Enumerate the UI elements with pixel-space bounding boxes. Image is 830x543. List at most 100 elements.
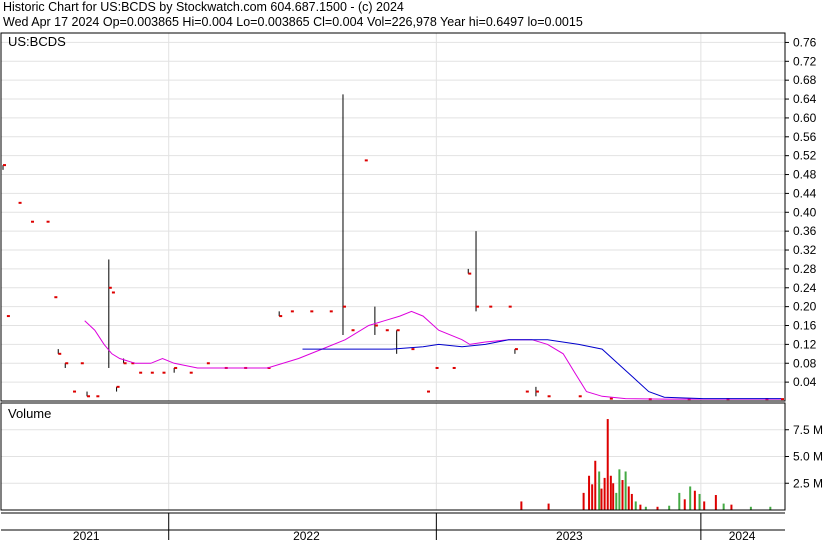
price-panel-frame (0, 32, 786, 402)
volume-bar (689, 486, 692, 510)
price-tick-label: 0.72 (793, 54, 817, 68)
price-bar-close (290, 310, 294, 313)
volume-bar (603, 477, 606, 510)
price-bar-close (508, 305, 512, 308)
price-panel-title: US:BCDS (8, 34, 66, 49)
price-bar-close (80, 362, 84, 365)
price-bar-close (364, 159, 368, 162)
price-bar-close (374, 324, 378, 327)
price-bar-close (329, 310, 333, 313)
volume-tick-label: 5.0 M (793, 450, 823, 464)
volume-bar (618, 469, 621, 510)
volume-bar (600, 488, 603, 510)
price-bar-close (18, 201, 22, 204)
price-bar-close (108, 286, 112, 289)
panel-frames (0, 32, 786, 531)
price-bar-close (427, 390, 431, 393)
price-tick-label: 0.12 (793, 337, 817, 351)
price-grid (1, 33, 785, 401)
price-tick-label: 0.76 (793, 35, 817, 49)
volume-bar (698, 493, 701, 510)
price-bars (2, 94, 784, 401)
price-bar-close (435, 366, 439, 369)
volume-tick-label: 7.5 M (793, 423, 823, 437)
volume-bar (722, 503, 725, 510)
price-bar-close (279, 315, 283, 318)
price-tick-label: 0.40 (793, 205, 817, 219)
price-bar-close (476, 305, 480, 308)
year-tick-label: 2023 (556, 529, 583, 543)
volume-bar (588, 475, 591, 510)
price-bar-close (489, 305, 493, 308)
price-bar-close (6, 315, 10, 318)
volume-tick-label: 2.5 M (793, 476, 823, 490)
volume-bar (612, 483, 615, 510)
stock-chart: 0.76 0.72 0.68 0.64 0.60 0.56 0.52 0.48 0.44 0.40… (0, 32, 823, 543)
year-tick-label: 2022 (293, 529, 320, 543)
price-bar-close (385, 329, 389, 332)
price-bar-close (96, 395, 100, 398)
price-bar-close (351, 329, 355, 332)
volume-bar (547, 503, 550, 510)
price-bar-close (31, 220, 35, 223)
price-tick-label: 0.32 (793, 243, 817, 257)
volume-bar (591, 484, 594, 510)
price-tick-label: 0.28 (793, 262, 817, 276)
volume-bars (520, 419, 772, 510)
price-bar-close (116, 385, 120, 388)
price-bar-close (73, 390, 77, 393)
price-bar-close (514, 348, 518, 351)
volume-bar (594, 460, 597, 510)
price-tick-label: 0.08 (793, 356, 817, 370)
year-tick-label: 2024 (729, 529, 756, 543)
volume-bar (615, 492, 618, 510)
price-tick-label: 0.16 (793, 319, 817, 333)
volume-bar (627, 486, 630, 510)
volume-bar (634, 501, 637, 510)
volume-bar (609, 475, 612, 510)
price-tick-label: 0.64 (793, 92, 817, 106)
price-bar-close (535, 390, 539, 393)
volume-bar (621, 480, 624, 510)
moving-average-line (302, 339, 781, 400)
price-tick-label: 0.20 (793, 300, 817, 314)
volume-bar (714, 495, 717, 510)
volume-bar (598, 471, 601, 510)
year-tick-label: 2021 (73, 529, 100, 543)
price-bar-close (411, 348, 415, 351)
price-tick-label: 0.56 (793, 130, 817, 144)
price-bar-close (206, 362, 210, 365)
price-bar-close (162, 371, 166, 374)
price-bar-close (3, 164, 6, 167)
price-bar-close (781, 398, 784, 401)
price-bar-close (111, 291, 115, 294)
volume-bar (630, 493, 633, 510)
price-tick-label: 0.44 (793, 186, 817, 200)
price-bar-close (139, 371, 143, 374)
volume-bar (683, 499, 686, 510)
volume-bar (520, 501, 523, 510)
volume-grid (1, 403, 785, 510)
price-bar-close (452, 366, 456, 369)
price-bar-close (525, 390, 529, 393)
price-bar-close (310, 310, 314, 313)
volume-bar (703, 501, 706, 510)
volume-bar (693, 490, 696, 510)
volume-bar (606, 419, 609, 510)
volume-bar (730, 504, 733, 510)
price-tick-label: 0.60 (793, 111, 817, 125)
price-bar-close (87, 395, 91, 398)
price-bar-close (174, 366, 178, 369)
volume-bar (668, 505, 671, 510)
price-tick-label: 0.36 (793, 224, 817, 238)
price-bar-close (396, 329, 400, 332)
price-bar-close (578, 395, 582, 398)
price-bar-close (123, 362, 127, 365)
price-tick-label: 0.48 (793, 168, 817, 182)
moving-average-line (84, 310, 781, 400)
price-bar-close (54, 296, 58, 299)
price-bar-close (46, 220, 50, 223)
moving-average-lines (84, 310, 781, 400)
volume-bar (639, 504, 642, 510)
volume-bar (624, 471, 627, 510)
